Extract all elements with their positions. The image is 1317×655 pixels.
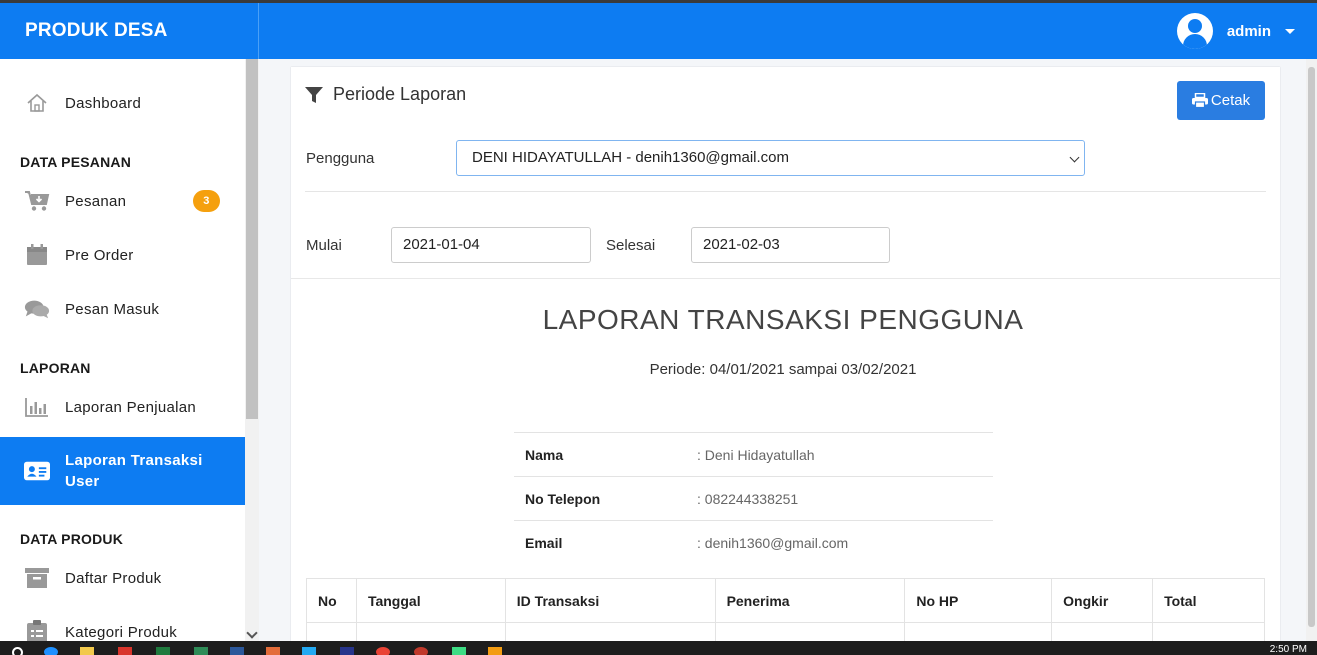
info-label: No Telepon [525, 491, 601, 507]
column-header: Penerima [714, 578, 906, 623]
pesanan-count-badge: 3 [193, 190, 220, 212]
column-header: Total [1152, 578, 1265, 623]
sidebar-scrollbar[interactable] [245, 59, 259, 641]
filter-icon [305, 86, 323, 103]
column-header: Ongkir [1051, 578, 1154, 623]
folder-icon[interactable] [80, 647, 94, 655]
info-row-phone: No Telepon : 082244338251 [514, 476, 993, 520]
app-icon[interactable] [266, 647, 280, 655]
end-date-label: Selesai [606, 237, 656, 254]
info-label: Nama [525, 447, 564, 463]
main-scrollbar-thumb[interactable] [1308, 67, 1315, 627]
column-header: No [306, 578, 357, 623]
sidebar-scrollbar-thumb[interactable] [246, 59, 258, 419]
sidebar-item-pre-order[interactable]: Pre Order [0, 242, 245, 268]
user-field-label: Pengguna [306, 150, 375, 167]
clipboard-icon [24, 620, 50, 641]
column-header: Tanggal [355, 578, 506, 623]
top-navbar: PRODUK DESA admin [0, 0, 1317, 59]
user-avatar-icon[interactable] [1176, 13, 1213, 49]
section-heading-data-pesanan: DATA PESANAN [20, 154, 132, 170]
brand-logo[interactable]: PRODUK DESA [0, 3, 259, 59]
system-clock[interactable]: 2:50 PM [1270, 644, 1307, 655]
info-row-email: Email : denih1360@gmail.com [514, 520, 993, 564]
app-icon[interactable] [194, 647, 208, 655]
start-date-input[interactable]: 2021-01-04 [391, 227, 591, 263]
user-select-value: DENI HIDAYATULLAH - denih1360@gmail.com [472, 149, 790, 166]
user-select[interactable]: DENI HIDAYATULLAH - denih1360@gmail.com [456, 140, 1085, 176]
user-info-table: Nama : Deni Hidayatullah No Telepon : 08… [514, 432, 993, 564]
info-value: : denih1360@gmail.com [697, 535, 849, 551]
vscode-icon[interactable] [302, 647, 316, 655]
cart-icon [24, 189, 50, 213]
section-heading-data-produk: DATA PRODUK [20, 531, 124, 547]
home-icon [24, 91, 50, 115]
sidebar-item-label: Kategori Produk [65, 623, 178, 641]
sidebar-item-label-line2: User [65, 473, 100, 490]
report-title: LAPORAN TRANSAKSI PENGGUNA [542, 304, 1024, 335]
sidebar-item-laporan-penjualan[interactable]: Laporan Penjualan [0, 394, 245, 420]
sidebar-item-label: Laporan Transaksi User [65, 450, 203, 492]
sidebar-item-label: Laporan Penjualan [65, 398, 197, 416]
info-row-name: Nama : Deni Hidayatullah [514, 432, 993, 476]
app-icon[interactable] [488, 647, 502, 655]
scroll-down-arrow-icon[interactable] [246, 627, 258, 639]
start-date-label: Mulai [306, 237, 342, 254]
sidebar-item-label: Pesanan [65, 192, 127, 210]
app-icon[interactable] [340, 647, 354, 655]
section-heading-laporan: LAPORAN [20, 360, 91, 376]
sidebar-item-laporan-transaksi-user[interactable]: Laporan Transaksi User [0, 437, 245, 505]
edge-icon[interactable] [44, 647, 58, 655]
user-menu[interactable]: admin [1176, 3, 1295, 59]
os-taskbar: 2:50 PM [0, 641, 1317, 655]
table-header-row: No Tanggal ID Transaksi Penerima No HP O… [306, 578, 1265, 623]
sidebar-item-daftar-produk[interactable]: Daftar Produk [0, 565, 245, 591]
main-scrollbar[interactable] [1306, 59, 1317, 641]
sidebar-item-label: Daftar Produk [65, 569, 162, 587]
sidebar-item-label: Pre Order [65, 246, 134, 264]
divider [291, 278, 1280, 279]
column-header: ID Transaksi [504, 578, 716, 623]
sidebar-item-dashboard[interactable]: Dashboard [0, 90, 245, 116]
print-button-label: Cetak [1210, 92, 1251, 109]
user-name[interactable]: admin [1227, 23, 1271, 40]
print-button[interactable]: Cetak [1177, 81, 1265, 120]
print-icon [1191, 93, 1208, 108]
excel-icon[interactable] [156, 647, 170, 655]
divider [305, 191, 1266, 192]
calendar-icon [24, 243, 50, 267]
info-label: Email [525, 535, 563, 551]
table-row [306, 622, 1265, 641]
archive-icon [24, 566, 50, 590]
word-icon[interactable] [230, 647, 244, 655]
sidebar: Dashboard DATA PESANAN Pesanan 3 Pre Ord… [0, 59, 259, 641]
info-value: : 082244338251 [697, 491, 799, 507]
sidebar-item-label: Dashboard [65, 94, 142, 112]
opera-icon[interactable] [414, 647, 428, 655]
search-icon[interactable] [12, 647, 23, 655]
transaction-table: No Tanggal ID Transaksi Penerima No HP O… [306, 578, 1265, 641]
chrome-icon[interactable] [376, 647, 390, 655]
sidebar-item-kategori-produk[interactable]: Kategori Produk [0, 619, 245, 641]
report-period: Periode: 04/01/2021 sampai 03/02/2021 [649, 361, 917, 378]
app-icon[interactable] [452, 647, 466, 655]
id-card-icon [24, 459, 50, 483]
caret-down-icon[interactable] [1285, 28, 1295, 34]
main-content: Periode Laporan Cetak Pengguna DENI HIDA… [259, 59, 1317, 641]
sidebar-item-label: Pesan Masuk [65, 300, 160, 318]
chevron-down-icon [1069, 152, 1080, 163]
app-icon[interactable] [118, 647, 132, 655]
sidebar-item-label-line1: Laporan Transaksi [65, 452, 203, 469]
column-header: No HP [904, 578, 1053, 623]
app-window: PRODUK DESA admin Dashboard DATA PESANAN… [0, 0, 1317, 655]
info-value: : Deni Hidayatullah [697, 447, 815, 463]
end-date-input[interactable]: 2021-02-03 [691, 227, 890, 263]
sidebar-item-pesan-masuk[interactable]: Pesan Masuk [0, 296, 245, 322]
chat-icon [24, 297, 50, 321]
card-title: Periode Laporan [333, 84, 467, 104]
sidebar-item-pesanan[interactable]: Pesanan 3 [0, 188, 245, 214]
card-header: Periode Laporan [305, 84, 466, 105]
bar-chart-icon [24, 395, 50, 419]
